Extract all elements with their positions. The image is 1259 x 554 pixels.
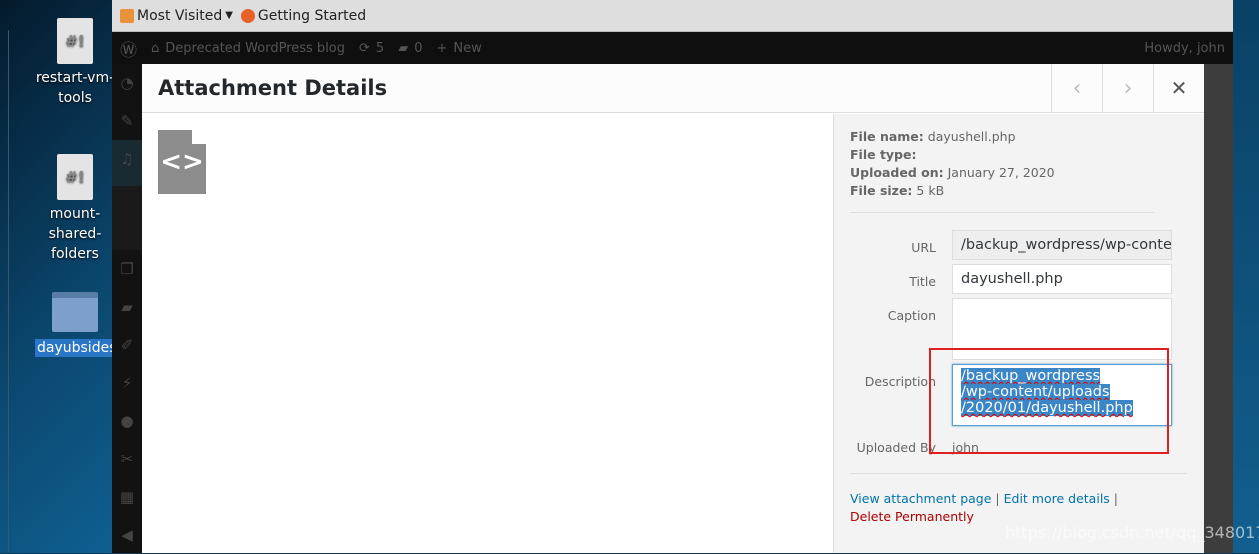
- wordpress-logo-icon[interactable]: Ⓦ: [120, 36, 137, 61]
- file-size: 5 kB: [916, 183, 945, 198]
- divider: [8, 30, 9, 553]
- bookmark-getting-started[interactable]: Getting Started: [240, 7, 367, 24]
- media-icon[interactable]: ♫: [112, 140, 142, 186]
- divider: [850, 212, 1154, 213]
- file-name: dayushell.php: [927, 129, 1016, 144]
- edit-details-link[interactable]: Edit more details: [1004, 491, 1110, 506]
- next-button[interactable]: ›: [1102, 63, 1153, 113]
- chevron-left-icon: ‹: [1072, 75, 1082, 101]
- comments-count[interactable]: 0: [414, 41, 422, 56]
- greeting[interactable]: Howdy, john: [1144, 41, 1225, 56]
- modal-backdrop: [1204, 64, 1233, 553]
- wp-admin-bar: Ⓦ ⌂ Deprecated WordPress blog ⟳ 5 ▰ 0 + …: [112, 32, 1233, 64]
- user-icon[interactable]: ●: [112, 402, 142, 440]
- uploaded-on: January 27, 2020: [947, 165, 1055, 180]
- chevron-down-icon: ▼: [225, 10, 233, 21]
- attachment-info-panel: File name: dayushell.php File type: Uplo…: [833, 114, 1204, 553]
- dashboard-icon[interactable]: ◔: [112, 64, 142, 102]
- modal-header: Attachment Details ‹ › ✕: [142, 63, 1204, 113]
- icon-label: restart-vm-tools: [35, 70, 115, 106]
- attachment-actions: View attachment page | Edit more details…: [834, 474, 1204, 526]
- bookmark-label: Getting Started: [257, 7, 367, 24]
- title-field[interactable]: dayushell.php: [952, 264, 1172, 294]
- comments-icon: ▰: [398, 40, 409, 56]
- desktop-edge: [1233, 0, 1259, 553]
- settings-icon[interactable]: ▦: [112, 478, 142, 516]
- bookmark-label: Most Visited: [137, 7, 223, 24]
- updates-count[interactable]: 5: [376, 41, 384, 56]
- close-icon: ✕: [1170, 76, 1188, 100]
- file-name-label: File name:: [850, 129, 924, 144]
- previous-button[interactable]: ‹: [1051, 63, 1102, 113]
- site-name-link[interactable]: Deprecated WordPress blog: [165, 41, 345, 56]
- pin-icon[interactable]: ✎: [112, 102, 142, 140]
- script-file-icon: #!: [57, 154, 93, 200]
- plus-icon: +: [436, 40, 448, 56]
- submenu: [112, 186, 142, 250]
- close-button[interactable]: ✕: [1153, 63, 1204, 113]
- title-label: Title: [909, 274, 936, 289]
- separator: |: [1113, 491, 1119, 506]
- plugin-icon[interactable]: ⚡: [112, 364, 142, 402]
- updates-icon: ⟳: [359, 40, 370, 56]
- file-type-label: File type:: [850, 147, 917, 162]
- annotation-highlight-box: [929, 348, 1169, 454]
- attachment-details-modal: Attachment Details ‹ › ✕ <> File name: d…: [142, 63, 1204, 553]
- code-file-icon: <>: [158, 130, 206, 194]
- separator: |: [995, 491, 1000, 506]
- uploaded-on-label: Uploaded on:: [850, 165, 944, 180]
- collapse-icon[interactable]: ◀: [112, 516, 142, 554]
- file-details: File name: dayushell.php File type: Uplo…: [834, 114, 1204, 200]
- brush-icon[interactable]: ✐: [112, 326, 142, 364]
- desktop-icon-dayubsides[interactable]: dayubsides: [35, 292, 119, 358]
- comments-icon[interactable]: ▰: [112, 288, 142, 326]
- folder-icon: [120, 8, 134, 23]
- icon-label: dayubsides: [35, 339, 119, 357]
- file-size-label: File size:: [850, 183, 913, 198]
- desktop-icon-restart-vm-tools[interactable]: #! restart-vm-tools: [35, 18, 115, 108]
- script-file-icon: #!: [57, 18, 93, 64]
- modal-title: Attachment Details: [158, 76, 388, 100]
- icon-label: mount-shared-folders: [48, 206, 102, 262]
- new-link[interactable]: New: [453, 41, 481, 56]
- view-attachment-link[interactable]: View attachment page: [850, 491, 991, 506]
- url-label: URL: [911, 240, 936, 255]
- url-field[interactable]: /backup_wordpress/wp-conte: [952, 230, 1172, 260]
- wrench-icon[interactable]: ✂: [112, 440, 142, 478]
- watermark: https://blog.csdn.net/qq_34801745: [1005, 523, 1259, 542]
- bookmark-most-visited[interactable]: Most Visited ▼: [120, 8, 233, 24]
- bookmarks-toolbar: Most Visited ▼ Getting Started: [112, 0, 1233, 32]
- home-icon: ⌂: [151, 40, 160, 56]
- folder-icon: [52, 292, 98, 332]
- firefox-icon: [240, 8, 255, 23]
- delete-permanently-link[interactable]: Delete Permanently: [850, 509, 974, 524]
- desktop: #! restart-vm-tools #! mount-shared-fold…: [0, 0, 119, 553]
- desktop-icon-mount-shared-folders[interactable]: #! mount-shared-folders: [35, 154, 115, 264]
- pages-icon[interactable]: ❐: [112, 250, 142, 288]
- wp-admin-sidebar: ◔ ✎ ♫ ❐ ▰ ✐ ⚡ ● ✂ ▦ ◀: [112, 64, 142, 553]
- chevron-right-icon: ›: [1123, 75, 1133, 101]
